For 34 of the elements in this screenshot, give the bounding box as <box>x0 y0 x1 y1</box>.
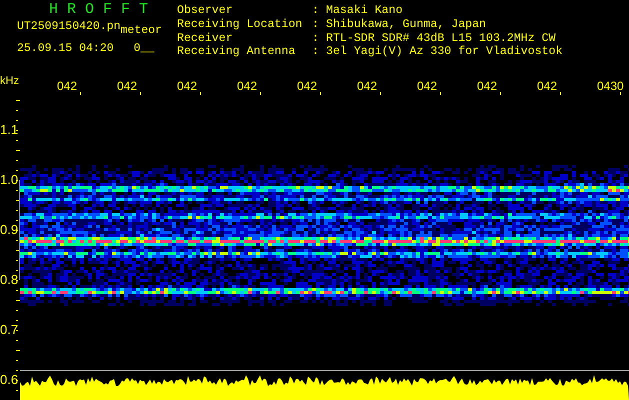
file-suffix: meteor <box>120 24 162 38</box>
app-title: H R O F F T <box>48 2 150 18</box>
frequency-label: 0.8 <box>0 272 18 287</box>
file-name: UT2509150420.pn <box>17 20 121 34</box>
status-text: 0__ <box>134 42 154 56</box>
time-label: 042 <box>57 79 78 93</box>
frequency-label: 0.7 <box>0 322 18 337</box>
field-value: RTL-SDR SDR# 43dB L15 103.2MHz CW <box>326 32 557 46</box>
frequency-label: 0.6 <box>0 372 18 387</box>
field-label: Observer <box>177 5 234 18</box>
field-label: Receiving Location <box>177 18 304 32</box>
frequency-label: 1.1 <box>0 122 18 137</box>
time-label: 042 <box>417 79 438 93</box>
time-label: 042 <box>177 79 198 93</box>
colon: : <box>312 5 320 19</box>
colon: : <box>312 18 320 32</box>
frequency-label: 0.9 <box>0 222 18 237</box>
field-value: Masaki Kano <box>326 5 404 18</box>
time-label: 042 <box>297 79 318 93</box>
colon: : <box>312 32 320 46</box>
time-label: 042 <box>117 79 138 93</box>
colon: : <box>312 46 320 60</box>
field-value: Shibukawa, Gunma, Japan <box>326 18 488 32</box>
field-value: 3el Yagi(V) Az 330 for Vladivostok <box>326 46 563 60</box>
field-label: Receiving Antenna <box>177 46 296 60</box>
time-label: 042 <box>237 79 258 93</box>
frequency-unit: kHz <box>0 75 19 87</box>
time-label: 042 <box>537 79 558 93</box>
timestamp: 25.09.15 04:20 <box>17 42 114 56</box>
frequency-label: 1.0 <box>0 172 18 187</box>
time-label: 042 <box>477 79 498 93</box>
time-label: 042 <box>357 79 378 93</box>
time-label: 0430 <box>597 79 624 93</box>
field-label: Receiver <box>177 32 234 46</box>
